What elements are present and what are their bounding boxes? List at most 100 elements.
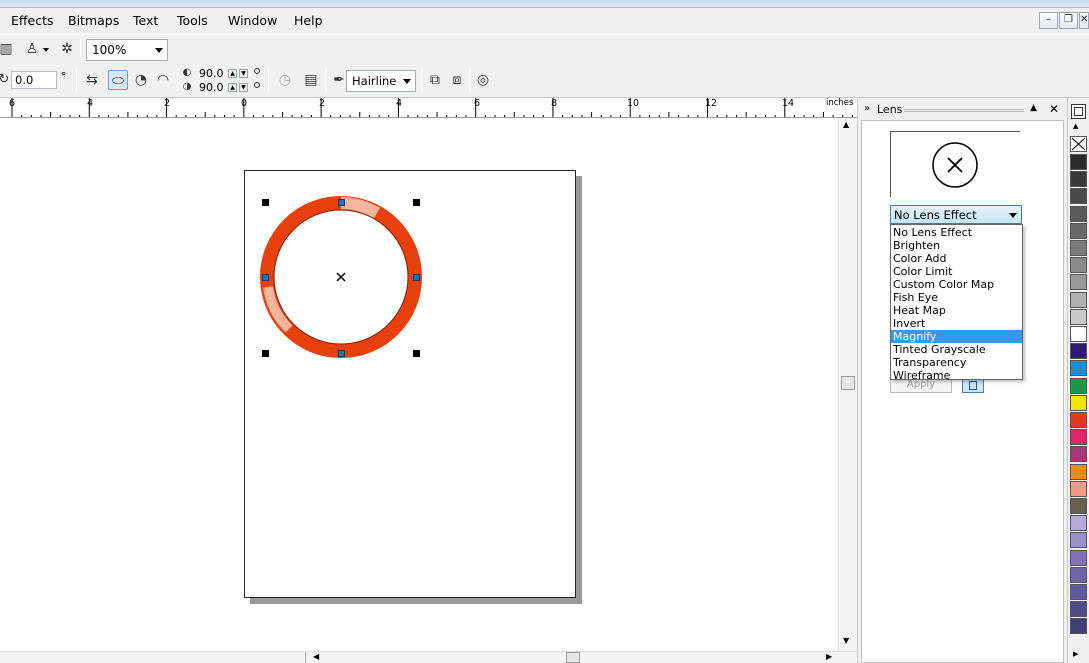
lens-type-combo[interactable]: No Lens Effect bbox=[890, 205, 1022, 224]
convert-to-curves-icon[interactable]: ◎ bbox=[473, 70, 493, 90]
color-swatch[interactable] bbox=[1070, 446, 1087, 463]
lens-type-list[interactable]: No Lens Effect Brighten Color Add Color Lim… bbox=[890, 224, 1023, 382]
selected-ellipse[interactable] bbox=[255, 192, 427, 364]
lens-option[interactable]: Color Limit bbox=[891, 265, 1022, 278]
menu-tools[interactable]: Tools bbox=[177, 13, 208, 28]
restore-button[interactable]: ❐ bbox=[1059, 12, 1078, 29]
menu-help[interactable]: Help bbox=[294, 13, 323, 28]
color-swatch[interactable] bbox=[1070, 222, 1087, 239]
lens-option[interactable]: Transparency bbox=[891, 356, 1022, 369]
start-angle-spinner[interactable]: ▲ bbox=[228, 69, 237, 78]
menu-text[interactable]: Text bbox=[133, 13, 158, 28]
scroll-left-icon[interactable]: ◀ bbox=[313, 652, 319, 661]
color-swatch[interactable] bbox=[1070, 360, 1087, 377]
color-swatch[interactable] bbox=[1070, 498, 1087, 514]
end-angle-field[interactable]: 90.0 bbox=[196, 82, 228, 96]
selection-handle[interactable] bbox=[413, 199, 420, 206]
scroll-right-icon[interactable]: ▶ bbox=[826, 652, 832, 661]
ellipse-node[interactable] bbox=[413, 274, 420, 281]
zoom-combo[interactable]: 100% bbox=[86, 39, 168, 61]
start-angle-spinner[interactable]: ▼ bbox=[239, 69, 248, 78]
import-icon[interactable]: ▥ bbox=[0, 39, 16, 59]
color-swatch[interactable] bbox=[1070, 205, 1087, 222]
scroll-thumb[interactable] bbox=[841, 376, 855, 390]
lens-option[interactable]: Wireframe bbox=[891, 369, 1022, 382]
ellipse-node[interactable] bbox=[338, 350, 345, 357]
color-swatch[interactable] bbox=[1070, 291, 1087, 308]
color-swatch[interactable] bbox=[1070, 326, 1087, 342]
color-swatch[interactable] bbox=[1070, 566, 1087, 583]
palette-scroll-up-icon[interactable]: ▲ bbox=[1073, 122, 1078, 130]
menu-effects[interactable]: Effects bbox=[11, 13, 54, 28]
color-swatch[interactable] bbox=[1070, 257, 1087, 274]
color-swatch[interactable] bbox=[1070, 429, 1087, 446]
center-x-icon[interactable] bbox=[336, 272, 346, 282]
selection-handle[interactable] bbox=[413, 350, 420, 357]
launcher-dropdown-icon[interactable] bbox=[43, 48, 49, 52]
lens-option[interactable]: Brighten bbox=[891, 239, 1022, 252]
lens-option[interactable]: No Lens Effect bbox=[891, 226, 1022, 239]
lens-option[interactable]: Invert bbox=[891, 317, 1022, 330]
color-swatch[interactable] bbox=[1070, 532, 1087, 549]
start-angle-field[interactable]: 90.0 bbox=[196, 68, 228, 82]
color-swatch[interactable] bbox=[1070, 412, 1087, 428]
minimize-button[interactable]: – bbox=[1039, 12, 1058, 29]
color-swatch[interactable] bbox=[1070, 618, 1087, 635]
ellipse-node[interactable] bbox=[262, 274, 269, 281]
menu-window[interactable]: Window bbox=[228, 13, 277, 28]
application-launcher-icon[interactable]: ♙ bbox=[22, 39, 42, 59]
horizontal-scrollbar[interactable]: ◀ ▶ bbox=[0, 651, 857, 663]
color-swatch[interactable] bbox=[1070, 308, 1087, 325]
welcome-screen-icon[interactable]: ✲ bbox=[57, 39, 77, 59]
color-swatch[interactable] bbox=[1070, 274, 1087, 291]
mirror-icon[interactable]: ⇆ bbox=[82, 70, 102, 90]
color-swatch[interactable] bbox=[1070, 463, 1087, 480]
lens-option[interactable]: Magnify bbox=[891, 330, 1022, 343]
direction-icon[interactable]: ◷ bbox=[275, 70, 295, 90]
end-angle-spinner[interactable]: ▲ bbox=[228, 83, 237, 92]
lens-option[interactable]: Fish Eye bbox=[891, 291, 1022, 304]
color-swatch[interactable] bbox=[1070, 240, 1087, 256]
lens-option[interactable]: Color Add bbox=[891, 252, 1022, 265]
color-swatch[interactable] bbox=[1070, 188, 1087, 205]
scroll-down-icon[interactable]: ▼ bbox=[843, 636, 849, 645]
lens-option[interactable]: Custom Color Map bbox=[891, 278, 1022, 291]
color-swatch[interactable] bbox=[1070, 480, 1087, 497]
menu-bitmaps[interactable]: Bitmaps bbox=[68, 13, 119, 28]
wrap-text-icon[interactable]: ▤ bbox=[301, 70, 321, 90]
to-front-icon[interactable]: ⧉ bbox=[425, 70, 445, 90]
color-swatch[interactable] bbox=[1070, 154, 1087, 170]
ellipse-node[interactable] bbox=[338, 199, 345, 206]
no-color-swatch[interactable] bbox=[1070, 136, 1087, 152]
docker-collapse-icon[interactable]: » bbox=[864, 103, 870, 114]
color-swatch[interactable] bbox=[1070, 584, 1087, 600]
outline-width-combo[interactable]: Hairline bbox=[346, 70, 416, 92]
color-swatch[interactable] bbox=[1070, 549, 1087, 566]
close-button[interactable]: ✕ bbox=[1079, 12, 1089, 29]
scroll-thumb[interactable] bbox=[566, 652, 580, 663]
horizontal-ruler[interactable]: 6 4 2 0 2 4 6 8 10 12 14 inches bbox=[0, 98, 857, 118]
color-swatch[interactable] bbox=[1070, 171, 1087, 188]
palette-menu-icon[interactable] bbox=[1071, 104, 1086, 119]
color-swatch[interactable] bbox=[1070, 515, 1087, 532]
color-swatch[interactable] bbox=[1070, 394, 1087, 411]
rotation-field[interactable]: 0.0 bbox=[11, 71, 57, 89]
lens-option[interactable]: Heat Map bbox=[891, 304, 1022, 317]
end-angle-spinner[interactable]: ▼ bbox=[239, 83, 248, 92]
to-back-icon[interactable]: ⧈ bbox=[447, 70, 467, 90]
selection-handle[interactable] bbox=[262, 199, 269, 206]
docker-up-icon[interactable]: ▲ bbox=[1030, 103, 1037, 113]
vertical-scrollbar[interactable]: ▲ ▼ bbox=[838, 118, 857, 651]
color-swatch[interactable] bbox=[1070, 343, 1087, 360]
pie-mode-icon[interactable]: ◔ bbox=[131, 70, 151, 90]
docker-close-icon[interactable]: ✕ bbox=[1049, 102, 1059, 116]
selection-handle[interactable] bbox=[262, 350, 269, 357]
ellipse-mode-icon[interactable]: ⬭ bbox=[108, 70, 128, 90]
lens-option[interactable]: Tinted Grayscale bbox=[891, 343, 1022, 356]
palette-scroll-down-icon[interactable]: ▶ bbox=[1073, 650, 1078, 658]
scroll-up-icon[interactable]: ▲ bbox=[843, 120, 849, 129]
color-swatch[interactable] bbox=[1070, 601, 1087, 618]
arc-mode-icon[interactable]: ◠ bbox=[153, 70, 173, 90]
color-swatch[interactable] bbox=[1070, 377, 1087, 394]
docker-grip[interactable] bbox=[904, 109, 1024, 112]
